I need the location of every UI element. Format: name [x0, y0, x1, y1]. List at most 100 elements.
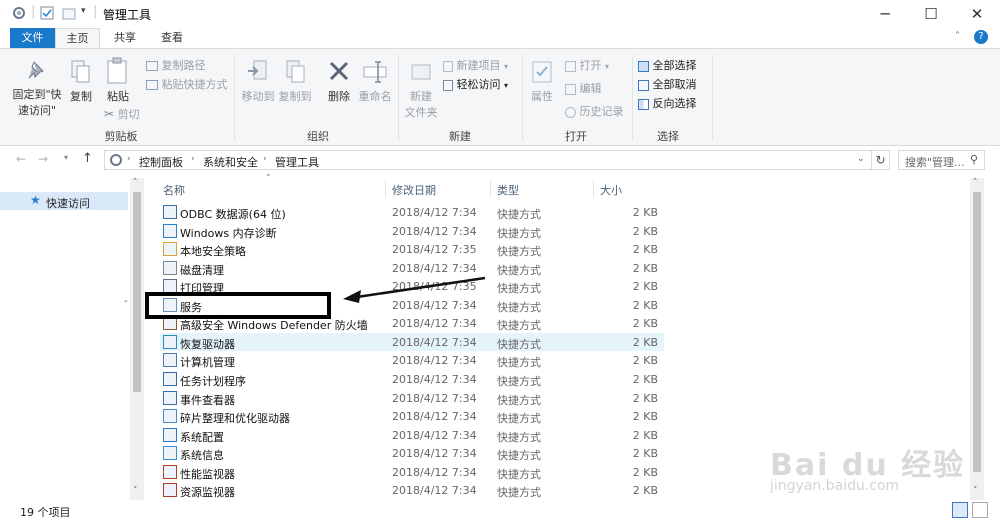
properties-qa-icon[interactable]	[40, 6, 54, 20]
file-date: 2018/4/12 7:34	[392, 317, 477, 331]
column-date[interactable]: 修改日期	[392, 182, 436, 198]
file-name: 高级安全 Windows Defender 防火墙	[180, 319, 368, 333]
minimize-button[interactable]: ─	[862, 0, 908, 28]
address-dropdown-icon[interactable]: ⌄	[857, 154, 865, 164]
navigation-pane	[0, 178, 145, 500]
file-date: 2018/4/12 7:34	[392, 428, 477, 442]
paste-shortcut-button[interactable]: 粘贴快捷方式	[146, 76, 228, 92]
list-scrollbar[interactable]: ˄ ˅	[970, 178, 984, 500]
table-row[interactable]: 碎片整理和优化驱动器 2018/4/12 7:34 快捷方式 2 KB	[160, 407, 664, 426]
table-row[interactable]: 计算机管理 2018/4/12 7:34 快捷方式 2 KB	[160, 351, 664, 370]
address-bar[interactable]: › 控制面板 › 系统和安全 › 管理工具 ⌄	[104, 150, 872, 170]
invert-selection-button[interactable]: 反向选择	[638, 95, 697, 111]
breadcrumb-separator: ›	[127, 154, 131, 164]
details-view-icon[interactable]	[952, 502, 968, 518]
column-divider[interactable]	[593, 180, 594, 198]
refresh-icon[interactable]: ↻	[872, 150, 890, 170]
breadcrumb-control-panel[interactable]: 控制面板	[139, 154, 183, 170]
edit-button[interactable]: 编辑	[565, 80, 602, 96]
file-date: 2018/4/12 7:34	[392, 335, 477, 349]
scroll-down-icon[interactable]: ˅	[973, 486, 978, 496]
open-button[interactable]: 打开 ▾	[565, 57, 609, 73]
maximize-button[interactable]: ☐	[908, 0, 954, 28]
new-folder-qa-icon[interactable]	[62, 6, 76, 20]
pin-icon	[28, 61, 44, 79]
tab-file[interactable]: 文件	[10, 28, 55, 48]
search-box[interactable]: 搜索"管理... ⚲	[898, 150, 985, 170]
copy-to-label: 复制到	[278, 90, 312, 103]
new-item-button[interactable]: 新建项目 ▾	[443, 57, 508, 73]
history-button[interactable]: 历史记录	[565, 103, 624, 119]
easy-access-button[interactable]: 轻松访问 ▾	[443, 76, 508, 92]
ribbon-collapse-icon[interactable]: ˄	[955, 31, 960, 42]
properties-button[interactable]: 属性	[526, 59, 558, 104]
file-name: 系统信息	[180, 449, 224, 463]
help-icon[interactable]: ?	[974, 30, 988, 44]
file-name: 恢复驱动器	[180, 337, 235, 351]
scroll-up-icon[interactable]: ˄	[133, 178, 138, 188]
column-size[interactable]: 大小	[600, 182, 622, 198]
shortcut-icon	[163, 371, 177, 386]
file-size: 2 KB	[632, 465, 658, 479]
select-none-button[interactable]: 全部取消	[638, 76, 697, 92]
file-type: 快捷方式	[497, 393, 541, 407]
search-icon[interactable]: ⚲	[970, 153, 978, 166]
search-input[interactable]: 搜索"管理...	[905, 154, 965, 170]
select-all-button[interactable]: 全部选择	[638, 57, 697, 73]
file-date: 2018/4/12 7:34	[392, 372, 477, 386]
pin-label-1: 固定到"快	[12, 88, 62, 101]
cut-button[interactable]: ✂ 剪切	[104, 106, 140, 122]
breadcrumb-admin-tools[interactable]: 管理工具	[275, 154, 319, 170]
tab-share[interactable]: 共享	[103, 28, 147, 48]
table-row[interactable]: Windows 内存诊断 2018/4/12 7:34 快捷方式 2 KB	[160, 222, 664, 241]
close-button[interactable]: ✕	[954, 0, 1000, 28]
forward-arrow-icon[interactable]: →	[38, 152, 48, 166]
file-type: 快捷方式	[497, 449, 541, 463]
column-name[interactable]: 名称	[163, 182, 185, 198]
recent-dropdown-icon[interactable]: ▾	[64, 153, 68, 162]
copy-to-button[interactable]: 复制到	[278, 59, 312, 104]
file-date: 2018/4/12 7:34	[392, 465, 477, 479]
scroll-up-icon[interactable]: ˄	[973, 178, 978, 188]
select-all-icon	[638, 60, 649, 72]
column-divider[interactable]	[490, 180, 491, 198]
up-arrow-icon[interactable]: ↑	[82, 151, 93, 166]
pin-quick-access-button[interactable]: 固定到"快 速访问"	[10, 59, 64, 118]
paste-button[interactable]: 粘贴	[104, 57, 132, 104]
history-label: 历史记录	[579, 105, 624, 118]
table-row[interactable]: 资源监视器 2018/4/12 7:34 快捷方式 2 KB	[160, 481, 664, 500]
status-bar: 19 个项目	[0, 500, 1000, 527]
qa-dropdown-icon[interactable]: ▾	[81, 6, 86, 16]
nav-scroll-thumb[interactable]	[133, 192, 141, 392]
nav-quick-access[interactable]: ★ 快速访问	[0, 192, 128, 210]
table-row[interactable]: 性能监视器 2018/4/12 7:34 快捷方式 2 KB	[160, 463, 664, 482]
scroll-down-icon[interactable]: ˅	[133, 486, 138, 496]
table-row[interactable]: 任务计划程序 2018/4/12 7:34 快捷方式 2 KB	[160, 370, 664, 389]
table-row[interactable]: 系统信息 2018/4/12 7:34 快捷方式 2 KB	[160, 444, 664, 463]
large-icons-view-icon[interactable]	[972, 502, 988, 518]
table-row[interactable]: 事件查看器 2018/4/12 7:34 快捷方式 2 KB	[160, 389, 664, 408]
column-divider[interactable]	[385, 180, 386, 198]
file-size: 2 KB	[632, 354, 658, 368]
rename-icon	[363, 61, 387, 83]
paste-shortcut-icon	[146, 80, 158, 90]
list-scroll-thumb[interactable]	[973, 192, 981, 472]
table-row[interactable]: ODBC 数据源(64 位) 2018/4/12 7:34 快捷方式 2 KB	[160, 203, 664, 222]
rename-button[interactable]: 重命名	[357, 59, 393, 104]
file-size: 2 KB	[632, 428, 658, 442]
copy-path-button[interactable]: 复制路径	[146, 57, 206, 73]
table-row[interactable]: 系统配置 2018/4/12 7:34 快捷方式 2 KB	[160, 426, 664, 445]
nav-scrollbar[interactable]: ˄ ˅	[130, 178, 144, 500]
delete-button[interactable]: 删除	[322, 59, 356, 104]
back-arrow-icon[interactable]: ←	[16, 152, 26, 166]
column-type[interactable]: 类型	[497, 182, 519, 198]
file-type: 快捷方式	[497, 245, 541, 259]
table-row[interactable]: 恢复驱动器 2018/4/12 7:34 快捷方式 2 KB	[160, 332, 664, 352]
tab-home[interactable]: 主页	[55, 28, 100, 48]
table-row[interactable]: 本地安全策略 2018/4/12 7:35 快捷方式 2 KB	[160, 240, 664, 259]
new-folder-button[interactable]: 新建 文件夹	[402, 59, 440, 120]
move-to-button[interactable]: 移动到	[240, 59, 276, 104]
copy-button[interactable]: 复制	[66, 59, 96, 104]
breadcrumb-system-security[interactable]: 系统和安全	[203, 154, 258, 170]
tab-view[interactable]: 查看	[150, 28, 194, 48]
